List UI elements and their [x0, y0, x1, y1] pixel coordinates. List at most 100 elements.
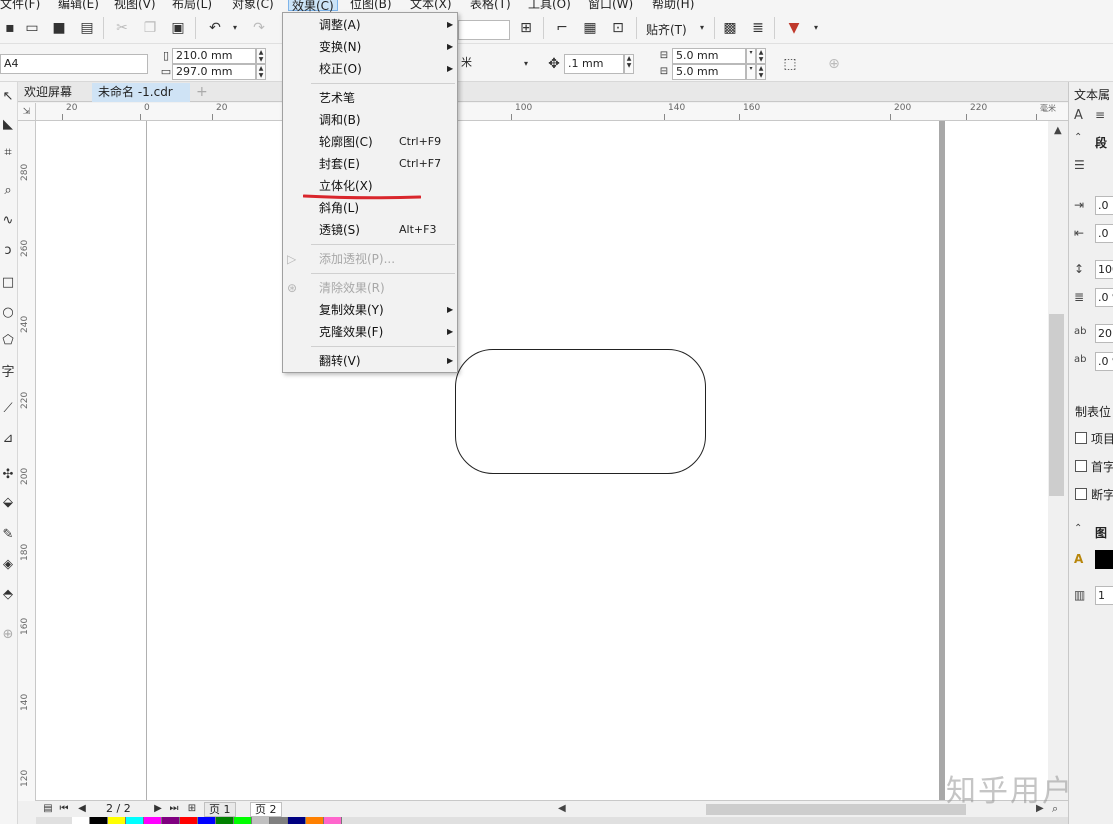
chevron-up-icon[interactable]: ⌃	[1074, 523, 1082, 534]
dup-x-spinner[interactable]: ▲ ▼	[756, 48, 766, 64]
crop-tool-icon[interactable]: ⌗	[0, 144, 16, 162]
color-swatch[interactable]	[162, 817, 180, 824]
color-swatch[interactable]	[306, 817, 324, 824]
menu-item[interactable]: 布局(L)	[172, 0, 212, 12]
color-swatch[interactable]	[144, 817, 162, 824]
drawing-canvas[interactable]	[36, 121, 1048, 801]
dup-x-dropdown[interactable]: ▾	[746, 48, 756, 64]
menu-item-effect[interactable]: 斜角(L)	[319, 198, 455, 218]
artistic-media-icon[interactable]: ↄ	[0, 242, 16, 260]
menu-item-effect[interactable]: 调整(A) ▶	[319, 15, 455, 35]
paper-size-select[interactable]: A4	[0, 54, 148, 74]
menu-item-effect[interactable]: 校正(O) ▶	[319, 59, 455, 79]
dup-y-spinner[interactable]: ▲ ▼	[756, 64, 766, 80]
chevron-up-icon[interactable]: ⌃	[1074, 132, 1082, 143]
menu-item-effect[interactable]: 翻转(V) ▶	[319, 351, 455, 371]
menu-item[interactable]: 文本(X)	[410, 0, 452, 12]
launch-icon[interactable]: ▼	[784, 18, 804, 38]
nudge-spinner[interactable]: ▲ ▼	[624, 54, 634, 74]
menu-item[interactable]: 编辑(E)	[58, 0, 99, 12]
color-swatch[interactable]	[270, 817, 288, 824]
first-page-icon[interactable]: ⏮	[54, 799, 74, 819]
width-spinner[interactable]: ▲ ▼	[256, 48, 266, 64]
scroll-left-icon[interactable]: ◀	[558, 803, 566, 814]
right-indent-field[interactable]: .0 r	[1095, 224, 1113, 243]
color-swatch[interactable]	[72, 817, 90, 824]
vertical-scroll-thumb[interactable]	[1049, 314, 1064, 496]
guidelines-icon[interactable]: ⊡	[608, 18, 628, 38]
menu-item-effect[interactable]: 轮廓图(C) Ctrl+F9	[319, 132, 455, 152]
zoom-level-select[interactable]	[458, 20, 510, 40]
add-icon[interactable]: ⊕	[824, 54, 844, 74]
left-indent-field[interactable]: .0 r	[1095, 196, 1113, 215]
tab-untitled-document[interactable]: 未命名 -1.cdr	[92, 83, 190, 102]
text-tool-icon[interactable]: 字	[0, 364, 16, 382]
color-swatch[interactable]	[234, 817, 252, 824]
fill-tool-icon[interactable]: ◈	[0, 556, 16, 574]
menu-item-effect[interactable]: 复制效果(Y) ▶	[319, 300, 455, 320]
duplicate-y-field[interactable]: 5.0 mm	[672, 64, 746, 80]
connector-tool-icon[interactable]: ⟋	[0, 400, 16, 418]
character-icon[interactable]: A	[1074, 108, 1083, 123]
tab-welcome-screen[interactable]: 欢迎屏幕	[18, 83, 78, 102]
page-tab-2[interactable]: 页 2	[250, 802, 282, 817]
paragraph-icon[interactable]: ≡	[1095, 108, 1105, 122]
new-tab-icon[interactable]: +	[192, 83, 212, 102]
page-width-field[interactable]: 210.0 mm	[172, 48, 256, 64]
menu-item-effect[interactable]: 变换(N) ▶	[319, 37, 455, 57]
add-page-icon[interactable]: ⊞	[182, 799, 202, 819]
paste-icon[interactable]: ▣	[168, 18, 188, 38]
page-height-field[interactable]: 297.0 mm	[172, 64, 256, 80]
polygon-tool-icon[interactable]: ⬠	[0, 332, 16, 350]
chevron-down-icon[interactable]: ▾	[516, 54, 536, 74]
previous-page-icon[interactable]: ◀	[72, 799, 92, 819]
eyedropper-tool-icon[interactable]: ✎	[0, 526, 16, 544]
options-icon[interactable]: ▩	[720, 18, 740, 38]
vertical-ruler[interactable]: 280 260 240 220 200 180 160 140 120	[18, 121, 36, 801]
menu-item[interactable]: 位图(B)	[350, 0, 392, 12]
menu-item-effect[interactable]: 封套(E) Ctrl+F7	[319, 154, 455, 174]
menu-item[interactable]: 窗口(W)	[588, 0, 633, 12]
add-tool-icon[interactable]: ⊕	[0, 626, 16, 644]
chevron-down-icon[interactable]: ▾	[225, 18, 245, 38]
hyphenation-checkbox[interactable]	[1075, 488, 1087, 500]
chevron-down-icon[interactable]: ▾	[692, 18, 712, 38]
fill-color-swatch[interactable]	[1095, 550, 1113, 569]
pick-tool-icon[interactable]: ↖	[0, 88, 16, 106]
columns-field[interactable]: 1	[1095, 586, 1113, 605]
grid-icon[interactable]: ▦	[580, 18, 600, 38]
menu-item[interactable]: 文件(F)	[0, 0, 40, 12]
ellipse-tool-icon[interactable]: ○	[0, 304, 16, 322]
color-swatch[interactable]	[180, 817, 198, 824]
zoom-tool-icon[interactable]: ⌕	[0, 182, 16, 200]
horizontal-ruler[interactable]: 20 0 20 100 140 160 200 220 毫米	[36, 103, 1068, 121]
horizontal-scroll-thumb[interactable]	[706, 804, 966, 815]
smart-fill-icon[interactable]: ⬘	[0, 586, 16, 604]
last-page-icon[interactable]: ⏭	[164, 799, 184, 819]
dup-y-dropdown[interactable]: ▾	[746, 64, 756, 80]
cut-icon[interactable]: ✂	[112, 18, 132, 38]
menu-item[interactable]: 对象(C)	[232, 0, 274, 12]
full-screen-icon[interactable]: ⊞	[516, 18, 536, 38]
paragraph-spacing-field[interactable]: .0 %	[1095, 288, 1113, 307]
menu-item-effect[interactable]: 调和(B)	[319, 110, 455, 130]
text-fill-icon[interactable]: A	[1074, 552, 1083, 566]
line-spacing-field[interactable]: 100	[1095, 260, 1113, 279]
height-spinner[interactable]: ▲ ▼	[256, 64, 266, 80]
menu-item[interactable]: 帮助(H)	[652, 0, 694, 12]
menu-item[interactable]: 工具(O)	[528, 0, 571, 12]
color-swatch[interactable]	[126, 817, 144, 824]
snap-to-dropdown[interactable]: 贴齐(T)	[646, 21, 687, 38]
menu-item[interactable]: 效果(C)	[288, 0, 338, 12]
save-icon[interactable]: ■	[49, 18, 69, 38]
bounding-box-icon[interactable]: ⬚	[780, 54, 800, 74]
color-swatch[interactable]	[324, 817, 342, 824]
drop-cap-checkbox[interactable]	[1075, 460, 1087, 472]
scroll-up-icon[interactable]: ▲	[1054, 125, 1062, 136]
dimension-tool-icon[interactable]: ⊿	[0, 430, 16, 448]
word-spacing-field[interactable]: .0 %	[1095, 352, 1113, 371]
interactive-tool-icon[interactable]: ✣	[0, 466, 16, 484]
transparency-tool-icon[interactable]: ⬙	[0, 494, 16, 512]
shape-tool-icon[interactable]: ◣	[0, 116, 16, 134]
color-swatch[interactable]	[108, 817, 126, 824]
